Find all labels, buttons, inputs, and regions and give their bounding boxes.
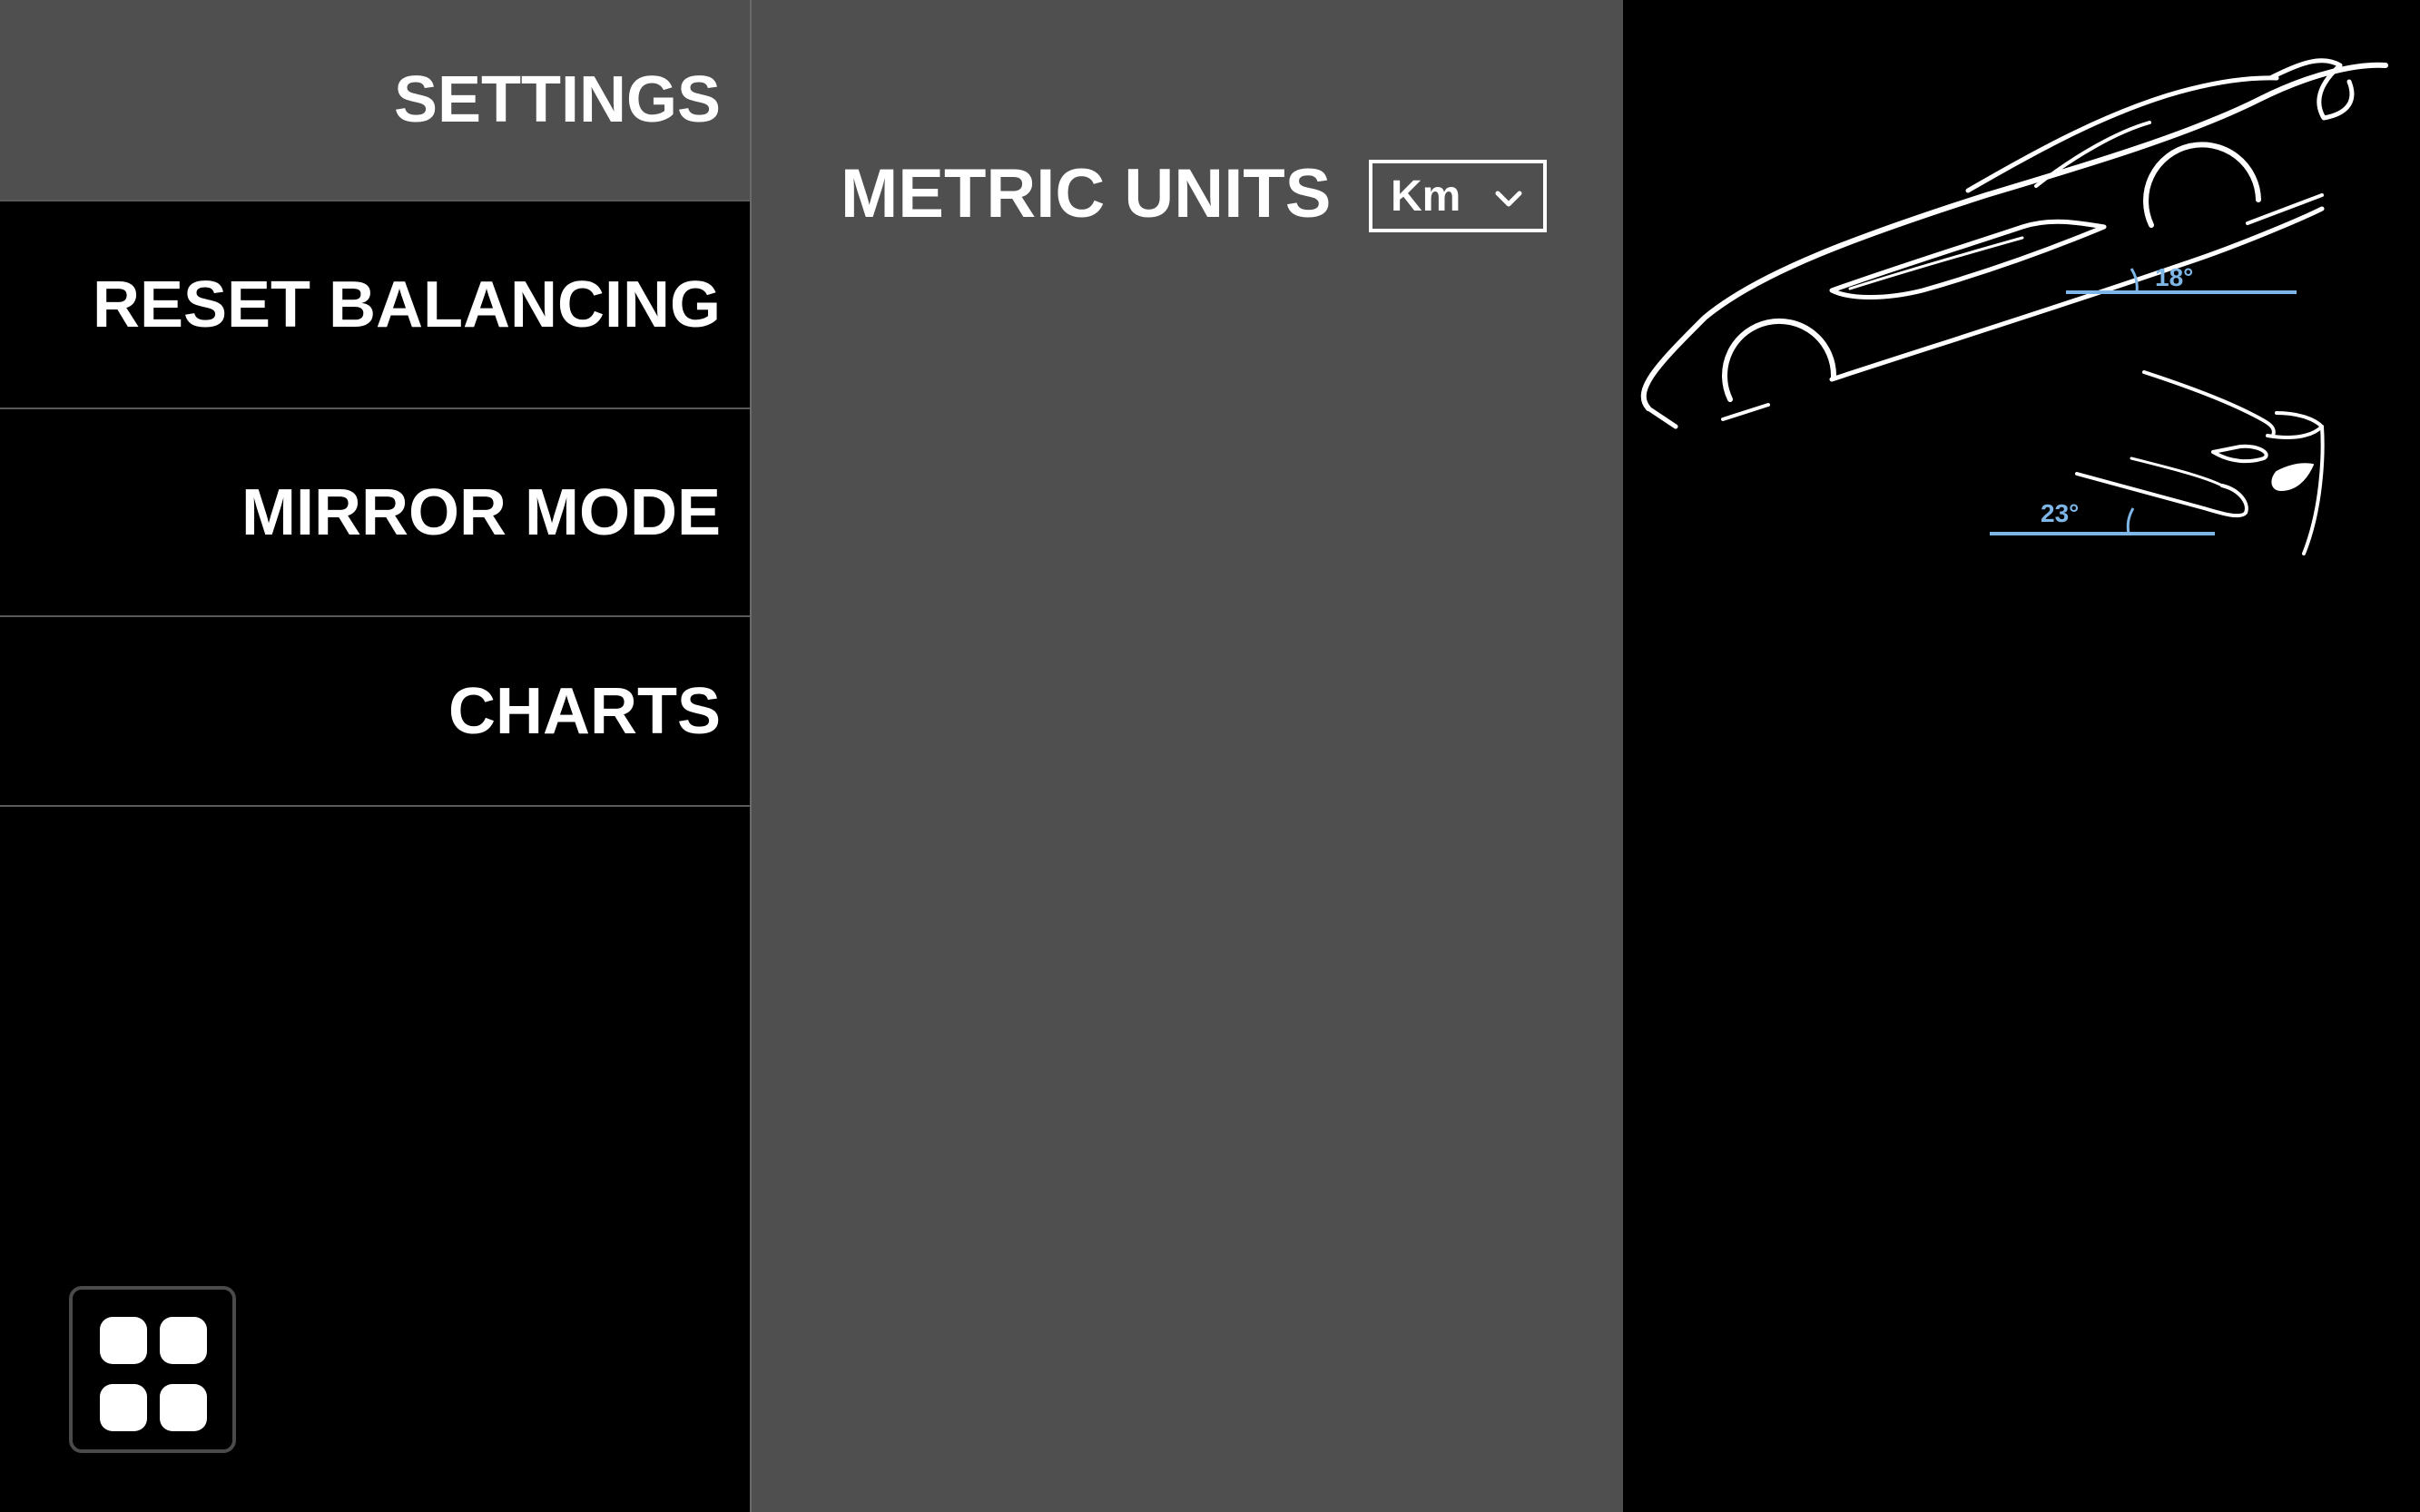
app-root: SETTINGS RESET BALANCING MIRROR MODE CHA…	[0, 0, 2420, 1512]
menu-item-label: SETTINGS	[393, 64, 721, 136]
car-silhouette-image: 18° 23°	[1640, 58, 2388, 555]
menu-item-label: CHARTS	[448, 674, 721, 748]
apps-grid-button[interactable]	[69, 1286, 236, 1453]
departure-angle-indicator: 23°	[1990, 499, 2215, 535]
menu-item-label: MIRROR MODE	[241, 476, 721, 549]
menu-item-settings[interactable]: SETTINGS	[0, 0, 750, 201]
menu-item-reset-balancing[interactable]: RESET BALANCING	[0, 201, 750, 409]
menu-item-label: RESET BALANCING	[92, 268, 721, 341]
approach-angle-label: 18°	[2155, 263, 2193, 291]
departure-angle-label: 23°	[2041, 499, 2079, 527]
vehicle-angle-illustration: 18° 23°	[1623, 0, 2420, 1512]
menu-item-charts[interactable]: CHARTS	[0, 617, 750, 807]
approach-angle-indicator: 18°	[2066, 263, 2297, 294]
settings-panel: METRIC UNITS Km	[750, 0, 1623, 1512]
metric-units-select[interactable]: Km	[1369, 160, 1547, 232]
metric-units-value: Km	[1391, 172, 1461, 221]
sidebar-menu: SETTINGS RESET BALANCING MIRROR MODE CHA…	[0, 0, 750, 1512]
grid-icon	[100, 1317, 207, 1431]
metric-units-label: METRIC UNITS	[841, 155, 1332, 232]
menu-item-mirror-mode[interactable]: MIRROR MODE	[0, 409, 750, 617]
chevron-down-icon	[1495, 191, 1522, 207]
